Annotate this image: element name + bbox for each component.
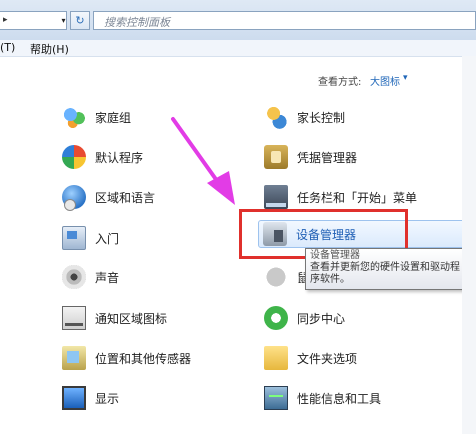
cp-item-label: 凭据管理器	[297, 150, 358, 165]
menu-item-help[interactable]: 帮助(H)	[30, 41, 69, 57]
region-language-icon	[62, 185, 86, 211]
cp-item-sync-center[interactable]: 同步中心	[264, 304, 345, 332]
cp-item-display[interactable]: 显示	[62, 384, 119, 412]
cp-item-getting-started[interactable]: 入门	[62, 224, 119, 252]
tooltip-description: 查看并更新您的硬件设置和驱动程序软件。	[310, 262, 460, 285]
annotation-arrow-icon	[171, 117, 235, 205]
cp-item-taskbar-start[interactable]: 任务栏和「开始」菜单	[264, 183, 417, 211]
default-programs-icon	[62, 145, 86, 169]
cp-item-folder-options[interactable]: 文件夹选项	[264, 344, 357, 372]
breadcrumb-arrow-icon: ▸	[3, 15, 8, 25]
performance-icon	[264, 386, 288, 410]
cp-item-label: 默认程序	[95, 150, 144, 165]
view-by-caret-icon[interactable]: ▾	[403, 73, 408, 83]
homegroup-icon	[62, 105, 86, 129]
cp-item-homegroup[interactable]: 家庭组	[62, 103, 131, 131]
cp-item-label: 入门	[95, 231, 120, 246]
cp-item-label: 家庭组	[95, 110, 132, 125]
cp-item-location-sensors[interactable]: 位置和其他传感器	[62, 344, 191, 372]
refresh-button[interactable]: ↻	[70, 11, 90, 30]
refresh-icon: ↻	[75, 14, 85, 27]
cp-item-label: 声音	[95, 270, 120, 285]
cp-item-parental-controls[interactable]: 家长控制	[264, 103, 345, 131]
sound-icon	[62, 265, 86, 289]
cp-item-label: 同步中心	[297, 311, 346, 326]
cp-item-label: 性能信息和工具	[297, 391, 382, 406]
sync-center-icon	[264, 306, 288, 330]
tooltip-title: 设备管理器	[310, 250, 360, 261]
cp-item-label: 通知区域图标	[95, 311, 168, 326]
cp-item-performance[interactable]: 性能信息和工具	[264, 384, 381, 412]
view-by-label: 查看方式:	[318, 77, 362, 88]
cp-item-region-language[interactable]: 区域和语言	[62, 183, 155, 211]
display-icon	[62, 386, 86, 410]
menu-item-tools[interactable]: (T)	[0, 41, 15, 54]
cp-item-credential-manager[interactable]: 凭据管理器	[264, 143, 357, 171]
parental-controls-icon	[264, 105, 288, 129]
location-sensors-icon	[62, 346, 86, 370]
folder-options-icon	[264, 346, 288, 370]
cp-item-sound[interactable]: 声音	[62, 263, 119, 291]
address-dropdown-icon[interactable]: ▾	[57, 11, 70, 30]
mouse-icon	[264, 265, 288, 289]
notification-area-icon	[62, 306, 86, 330]
cp-item-label: 位置和其他传感器	[95, 351, 192, 366]
scrollbar-track[interactable]	[462, 56, 476, 434]
cp-item-label: 家长控制	[297, 110, 346, 125]
cp-item-label: 任务栏和「开始」菜单	[297, 190, 418, 205]
search-input[interactable]: 搜索控制面板	[93, 11, 476, 30]
cp-item-label: 显示	[95, 391, 120, 406]
cp-item-default-programs[interactable]: 默认程序	[62, 143, 143, 171]
address-bar-strip: ▸ ▾ ↻ 搜索控制面板	[0, 0, 476, 41]
cp-item-label: 区域和语言	[95, 190, 156, 205]
view-by-dropdown[interactable]: 大图标	[370, 73, 400, 88]
credential-manager-icon	[264, 145, 288, 169]
menu-bar: (T) 帮助(H)	[0, 40, 476, 57]
taskbar-start-icon	[264, 185, 288, 209]
cp-item-mouse[interactable]: 鼠	[264, 263, 309, 291]
getting-started-icon	[62, 226, 86, 250]
device-manager-tooltip: 设备管理器 查看并更新您的硬件设置和驱动程序软件。	[305, 248, 471, 290]
cp-item-label: 文件夹选项	[297, 351, 358, 366]
cp-item-notification-area[interactable]: 通知区域图标	[62, 304, 167, 332]
search-placeholder: 搜索控制面板	[104, 16, 170, 29]
